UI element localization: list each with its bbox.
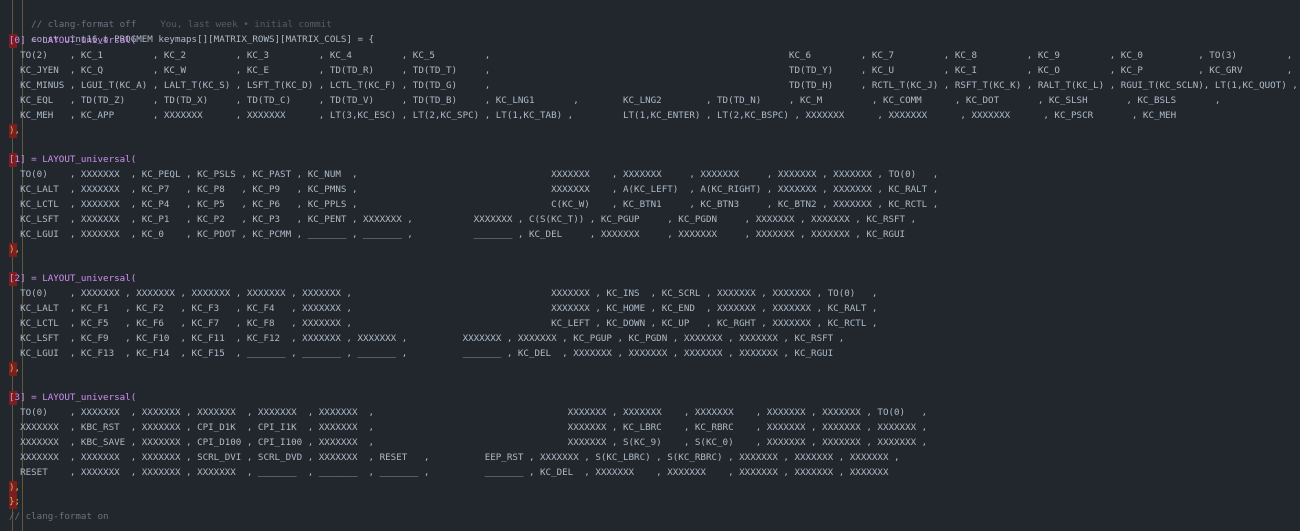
code-row[interactable]: TO(0) , XXXXXXX , KC_PEQL , KC_PSLS , KC…: [0, 168, 938, 182]
layer-3-title[interactable]: [3] = LAYOUT_universal(: [0, 391, 136, 405]
keymap-row: KC_LCTL , KC_F5 , KC_F6 , KC_F7 , KC_F8 …: [9, 318, 878, 329]
keymap-row: KC_LALT , KC_F1 , KC_F2 , KC_F3 , KC_F4 …: [9, 303, 878, 314]
keymap-row: TO(0) , XXXXXXX , KC_PEQL , KC_PSLS , KC…: [9, 169, 939, 180]
layer-close[interactable]: ),: [0, 362, 20, 376]
keymap-row: KC_LGUI , KC_F13 , KC_F14 , KC_F15 , ___…: [9, 348, 834, 359]
code-row[interactable]: KC_MEH , KC_APP , XXXXXXX , XXXXXXX , LT…: [0, 109, 1176, 123]
code-row[interactable]: TO(2) , KC_1 , KC_2 , KC_3 , KC_4 , KC_5…: [0, 49, 1292, 63]
code-line-comment-off[interactable]: // clang-format off You, last week • init…: [0, 4, 332, 30]
code-row[interactable]: KC_EQL , TD(TD_Z) , TD(TD_X) , TD(TD_C) …: [0, 94, 1220, 108]
keymap-row: KC_LSFT , XXXXXXX , KC_P1 , KC_P2 , KC_P…: [9, 214, 917, 225]
code-line-declaration[interactable]: const uint16_t PROGMEM keymaps[][MATRIX_…: [0, 19, 374, 45]
code-row[interactable]: KC_LCTL , KC_F5 , KC_F6 , KC_F7 , KC_F8 …: [0, 317, 877, 331]
keymap-row: TO(2) , KC_1 , KC_2 , KC_3 , KC_4 , KC_5…: [9, 50, 1293, 61]
layer-2-title[interactable]: [2] = LAYOUT_universal(: [0, 272, 136, 286]
code-row[interactable]: KC_JYEN , KC_Q , KC_W , KC_E , TD(TD_R) …: [0, 64, 1292, 78]
keymap-row: KC_LSFT , KC_F9 , KC_F10 , KC_F11 , KC_F…: [9, 333, 845, 344]
comment-text: // clang-format on: [9, 511, 109, 522]
layer-0-title[interactable]: [0] = LAYOUT_universal(: [0, 34, 136, 48]
keymap-row: KC_MINUS , LGUI_T(KC_A) , LALT_T(KC_S) ,…: [9, 80, 1298, 91]
code-row[interactable]: RESET , XXXXXXX , XXXXXXX , XXXXXXX , __…: [0, 466, 888, 480]
layer-title: [3] = LAYOUT_universal(: [9, 392, 137, 403]
code-row[interactable]: KC_LGUI , KC_F13 , KC_F14 , KC_F15 , ___…: [0, 347, 833, 361]
layer-close[interactable]: ),: [0, 243, 20, 257]
keymap-row: RESET , XXXXXXX , XXXXXXX , XXXXXXX , __…: [9, 467, 889, 478]
keymap-row: XXXXXXX , XXXXXXX , XXXXXXX , SCRL_DVI ,…: [9, 452, 900, 463]
layer-title: [1] = LAYOUT_universal(: [9, 154, 137, 165]
code-row[interactable]: TO(0) , XXXXXXX , XXXXXXX , XXXXXXX , XX…: [0, 287, 877, 301]
code-row[interactable]: XXXXXXX , XXXXXXX , XXXXXXX , SCRL_DVI ,…: [0, 451, 900, 465]
code-row[interactable]: TO(0) , XXXXXXX , XXXXXXX , XXXXXXX , XX…: [0, 406, 927, 420]
keymap-row: KC_EQL , TD(TD_Z) , TD(TD_X) , TD(TD_C) …: [9, 95, 1221, 106]
code-row[interactable]: KC_LALT , XXXXXXX , KC_P7 , KC_P8 , KC_P…: [0, 183, 938, 197]
code-row[interactable]: KC_LGUI , XXXXXXX , KC_0 , KC_PDOT , KC_…: [0, 228, 905, 242]
keymap-row: TO(0) , XXXXXXX , XXXXXXX , XXXXXXX , XX…: [9, 288, 878, 299]
layer-close[interactable]: ),: [0, 481, 20, 495]
keymap-row: KC_MEH , KC_APP , XXXXXXX , XXXXXXX , LT…: [9, 110, 1177, 121]
keymap-row: XXXXXXX , KBC_SAVE , XXXXXXX , CPI_D100 …: [9, 437, 928, 448]
close-paren: ),: [9, 244, 21, 255]
close-paren: ),: [9, 482, 21, 493]
keymap-row: KC_LCTL , XXXXXXX , KC_P4 , KC_P5 , KC_P…: [9, 199, 939, 210]
keymap-row: KC_JYEN , KC_Q , KC_W , KC_E , TD(TD_R) …: [9, 65, 1293, 76]
keymap-row: XXXXXXX , KBC_RST , XXXXXXX , CPI_D1K , …: [9, 422, 928, 433]
code-row[interactable]: KC_LCTL , XXXXXXX , KC_P4 , KC_P5 , KC_P…: [0, 198, 938, 212]
layer-close[interactable]: ),: [0, 124, 20, 138]
keymap-row: TO(0) , XXXXXXX , XXXXXXX , XXXXXXX , XX…: [9, 407, 928, 418]
code-row[interactable]: KC_MINUS , LGUI_T(KC_A) , LALT_T(KC_S) ,…: [0, 79, 1298, 93]
keymap-row: KC_LALT , XXXXXXX , KC_P7 , KC_P8 , KC_P…: [9, 184, 939, 195]
close-paren: ),: [9, 125, 21, 136]
code-line-comment-on[interactable]: // clang-format on: [0, 510, 109, 524]
close-brace: };: [9, 496, 21, 507]
closing-brace-line[interactable]: };: [0, 495, 20, 509]
layer-title: [0] = LAYOUT_universal(: [9, 35, 137, 46]
code-row[interactable]: KC_LALT , KC_F1 , KC_F2 , KC_F3 , KC_F4 …: [0, 302, 877, 316]
keymap-row: KC_LGUI , XXXXXXX , KC_0 , KC_PDOT , KC_…: [9, 229, 906, 240]
code-row[interactable]: KC_LSFT , XXXXXXX , KC_P1 , KC_P2 , KC_P…: [0, 213, 916, 227]
code-row[interactable]: XXXXXXX , KBC_SAVE , XXXXXXX , CPI_D100 …: [0, 436, 927, 450]
layer-1-title[interactable]: [1] = LAYOUT_universal(: [0, 153, 136, 167]
code-row[interactable]: XXXXXXX , KBC_RST , XXXXXXX , CPI_D1K , …: [0, 421, 927, 435]
close-paren: ),: [9, 363, 21, 374]
code-editor[interactable]: // clang-format off You, last week • init…: [0, 0, 1300, 531]
layer-title: [2] = LAYOUT_universal(: [9, 273, 137, 284]
code-row[interactable]: KC_LSFT , KC_F9 , KC_F10 , KC_F11 , KC_F…: [0, 332, 844, 346]
